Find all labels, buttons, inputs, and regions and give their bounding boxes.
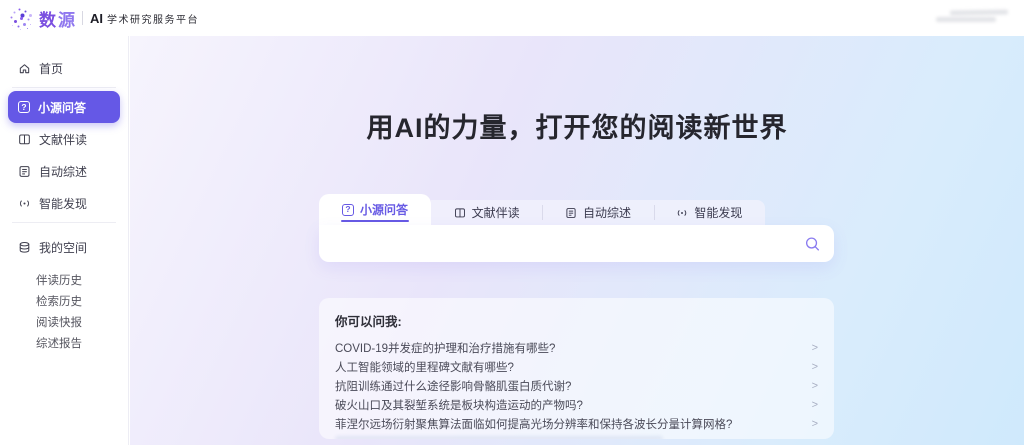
sidebar-item-label: 小源问答 [38,99,86,116]
chevron-right-icon: > [812,380,818,392]
open-book-icon [454,207,466,219]
sidebar-subitem-review-report[interactable]: 综述报告 [0,332,128,353]
center-column: 小源问答 文献伴读 自动综述 智能发现 [319,194,834,439]
suggestion-text: 抗阻训练通过什么途径影响骨骼肌蛋白质代谢? [335,378,571,394]
sidebar-subitem-label: 伴读历史 [36,272,82,288]
document-lines-icon [18,165,31,178]
chevron-right-icon: > [812,361,818,373]
suggestion-text: 菲涅尔远场衍射聚焦算法面临如何提高光场分辨率和保持各波长分量计算网格? [335,416,732,432]
tab-strip: 文献伴读 自动综述 智能发现 [431,200,765,225]
tab-bar: 小源问答 文献伴读 自动综述 智能发现 [319,194,834,225]
tab-reading[interactable]: 文献伴读 [431,200,542,225]
chevron-right-icon: > [812,342,818,354]
chevron-right-icon: > [812,418,818,430]
suggestion-text: COVID-19并发症的护理和治疗措施有哪些? [335,340,555,356]
search-icon[interactable] [804,235,821,252]
brand-subtitle: 学术研究服务平台 [107,11,199,26]
faded-suggestion-row [335,436,663,439]
sidebar-item-label: 文献伴读 [39,131,87,148]
suggestion-text: 人工智能领域的里程碑文献有哪些? [335,359,514,375]
logo-icon [8,5,34,31]
suggestion-item[interactable]: COVID-19并发症的护理和治疗措施有哪些? > [335,338,818,357]
sidebar-subitem-label: 综述报告 [36,335,82,351]
sidebar-subitem-reading-express[interactable]: 阅读快报 [0,311,128,332]
sidebar-item-label: 自动综述 [39,163,87,180]
brand-name-2: 源 [58,6,75,31]
open-book-icon [18,133,31,146]
tab-label: 智能发现 [694,204,742,221]
suggestion-text: 破火山口及其裂堑系统是板块构造运动的产物吗? [335,397,583,413]
suggestion-item[interactable]: 抗阻训练通过什么途径影响骨骼肌蛋白质代谢? > [335,376,818,395]
question-bubble-icon [342,204,354,216]
tab-label: 自动综述 [583,204,631,221]
sidebar-subitem-reading-history[interactable]: 伴读历史 [0,269,128,290]
sidebar: 首页 小源问答 文献伴读 自动综述 智能发现 我的空间 伴读历史 检索历史 阅读… [0,36,129,445]
broadcast-waves-icon [676,207,688,219]
sidebar-subitem-search-history[interactable]: 检索历史 [0,290,128,311]
brand-name-1: 数 [39,6,56,31]
sidebar-item-label: 首页 [39,60,63,77]
brand: 数 源 AI 学术研究服务平台 [8,5,199,31]
search-input[interactable] [319,225,834,262]
sidebar-item-home[interactable]: 首页 [8,52,120,84]
sidebar-subitem-label: 检索历史 [36,293,82,309]
sidebar-group-label: 我的空间 [39,239,87,256]
home-icon [18,62,31,75]
hero-title: 用AI的力量，打开您的阅读新世界 [130,106,1024,145]
tab-qa[interactable]: 小源问答 [319,194,431,225]
document-lines-icon [565,207,577,219]
watermark [936,8,1008,26]
sidebar-divider [12,87,116,88]
sidebar-group-my-space[interactable]: 我的空间 [8,231,120,263]
sidebar-item-discover[interactable]: 智能发现 [8,187,120,219]
top-header: 数 源 AI 学术研究服务平台 [0,0,1024,36]
suggestions-card: 你可以问我: COVID-19并发症的护理和治疗措施有哪些? > 人工智能领域的… [319,298,834,439]
sidebar-item-qa[interactable]: 小源问答 [8,91,120,123]
brand-ai-label: AI [90,11,103,26]
sidebar-item-summary[interactable]: 自动综述 [8,155,120,187]
tab-label: 小源问答 [360,201,408,218]
chevron-right-icon: > [812,399,818,411]
broadcast-waves-icon [18,197,31,210]
suggestions-title: 你可以问我: [335,311,818,330]
tab-summary[interactable]: 自动综述 [542,200,653,225]
sidebar-item-label: 智能发现 [39,195,87,212]
main-content: 用AI的力量，打开您的阅读新世界 小源问答 文献伴读 自动综述 智能发现 [130,36,1024,445]
tab-label: 文献伴读 [472,204,520,221]
question-bubble-icon [18,101,30,113]
suggestion-item[interactable]: 人工智能领域的里程碑文献有哪些? > [335,357,818,376]
database-stack-icon [18,241,31,254]
suggestion-item[interactable]: 菲涅尔远场衍射聚焦算法面临如何提高光场分辨率和保持各波长分量计算网格? > [335,414,818,433]
sidebar-item-reading[interactable]: 文献伴读 [8,123,120,155]
search-panel [319,225,834,262]
sidebar-divider [12,222,116,223]
brand-divider [82,11,83,25]
suggestion-item[interactable]: 破火山口及其裂堑系统是板块构造运动的产物吗? > [335,395,818,414]
tab-discover[interactable]: 智能发现 [654,200,765,225]
sidebar-subitem-label: 阅读快报 [36,314,82,330]
